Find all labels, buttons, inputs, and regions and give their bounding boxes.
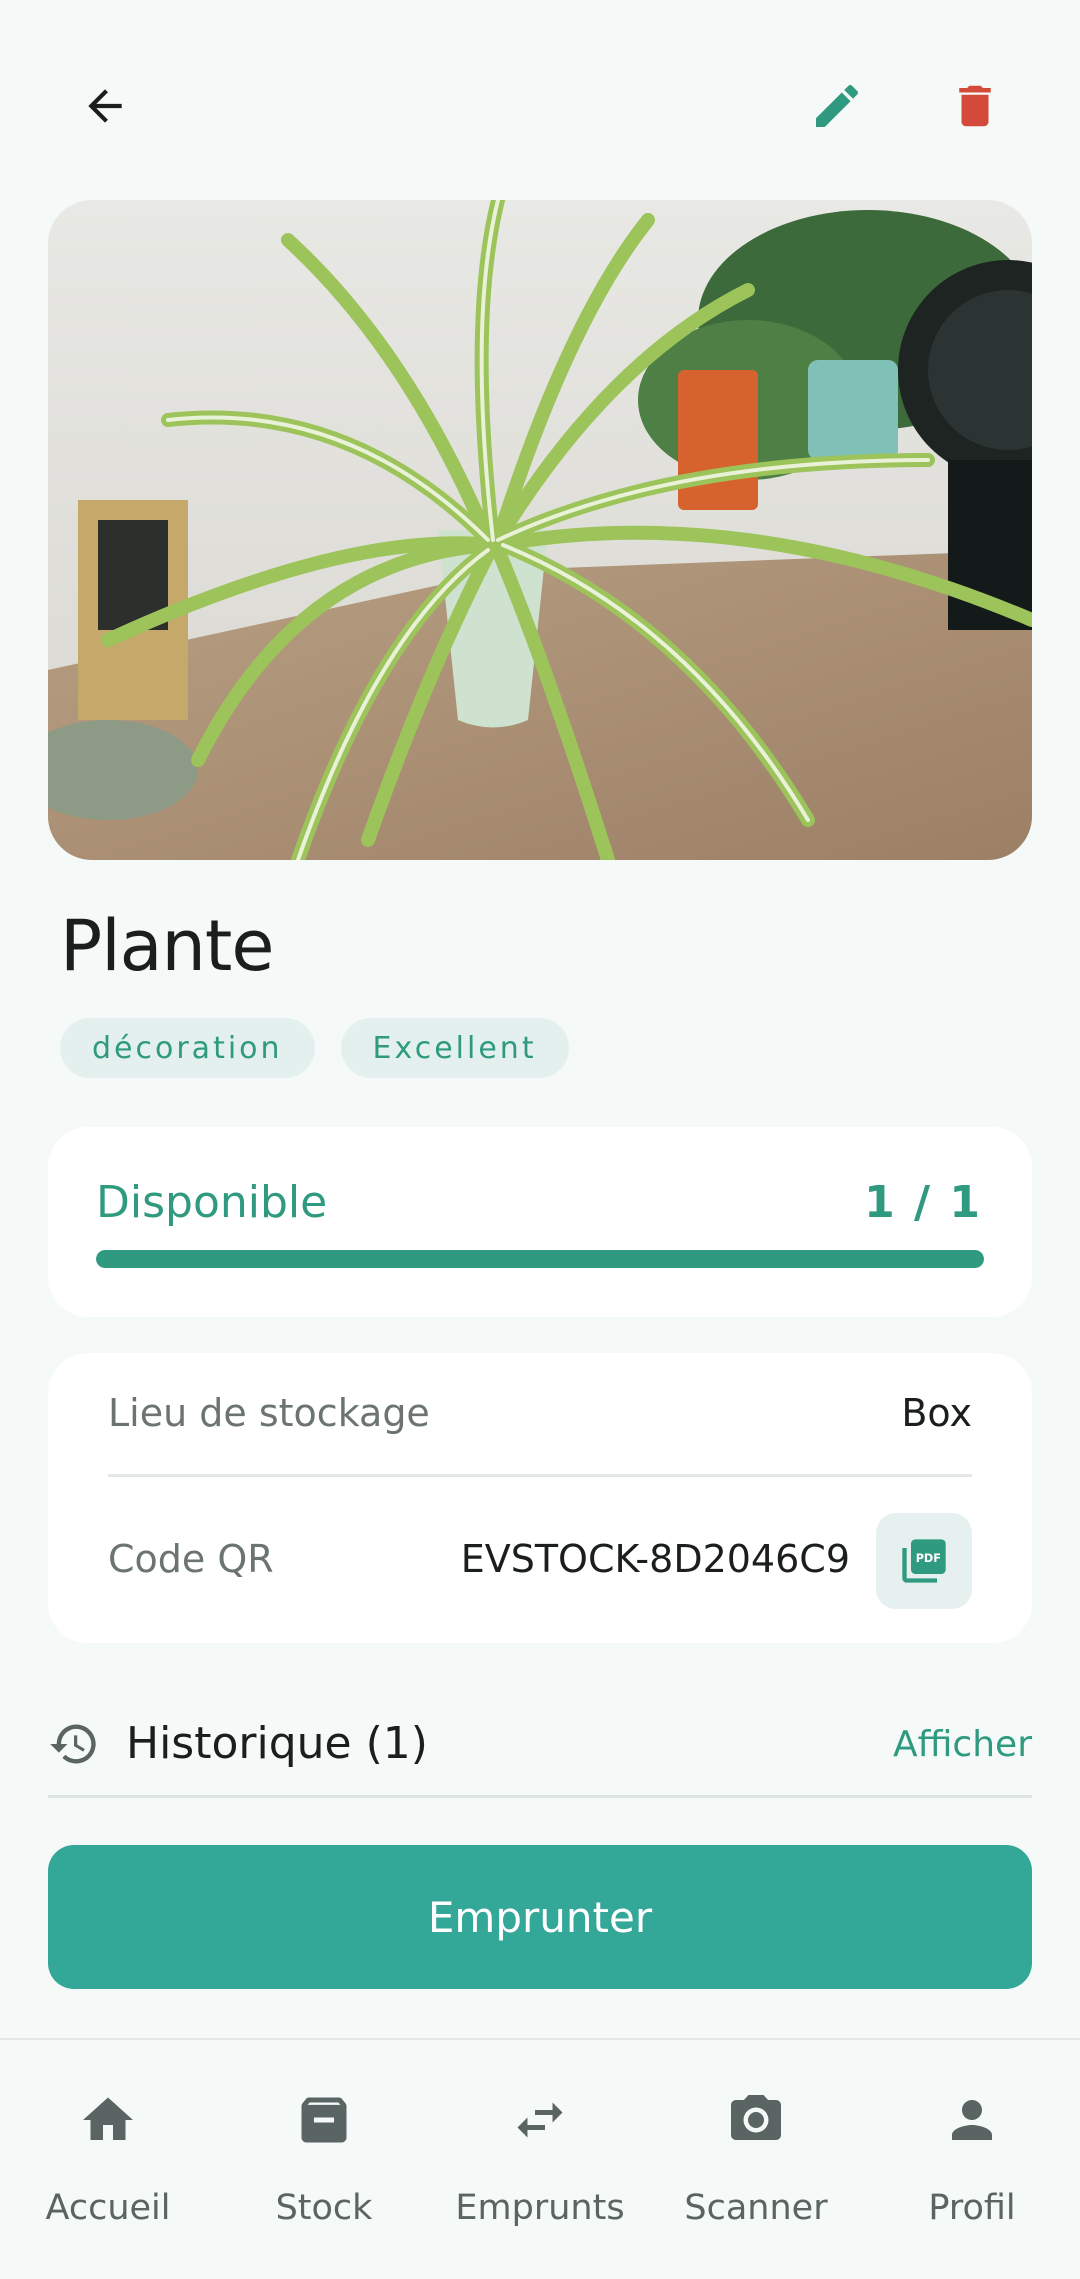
back-button[interactable]: [55, 56, 155, 156]
nav-label: Emprunts: [455, 2188, 625, 2228]
item-detail-screen: Plante décoration Excellent Disponible 1…: [0, 0, 1080, 2279]
camera-icon: [731, 2095, 781, 2140]
qr-code-value: EVSTOCK-8D2046C9: [460, 1537, 850, 1581]
item-tags: décoration Excellent: [60, 1018, 569, 1078]
nav-item-stock[interactable]: Stock: [216, 2090, 432, 2260]
top-app-bar: [0, 0, 1080, 200]
item-photo[interactable]: [48, 200, 1032, 860]
tag-chip-condition[interactable]: Excellent: [340, 1018, 569, 1078]
archive-box-icon: [301, 2097, 347, 2143]
availability-label: Disponible: [96, 1177, 328, 1228]
qr-pdf-button[interactable]: PDF: [876, 1513, 972, 1609]
availability-progress-fill: [96, 1250, 984, 1268]
storage-label: Lieu de stockage: [108, 1391, 430, 1435]
edit-button[interactable]: [787, 56, 887, 156]
history-title: Historique (1): [126, 1718, 428, 1769]
nav-label: Scanner: [684, 2188, 828, 2228]
nav-label: Stock: [275, 2188, 373, 2228]
trash-icon: [959, 85, 991, 127]
borrow-button[interactable]: Emprunter: [48, 1845, 1032, 1989]
nav-item-profil[interactable]: Profil: [864, 2090, 1080, 2260]
svg-text:PDF: PDF: [916, 1552, 941, 1565]
nav-label: Profil: [928, 2188, 1016, 2228]
pdf-icon: PDF: [902, 1539, 946, 1583]
item-title: Plante: [60, 905, 274, 987]
person-icon: [952, 2100, 992, 2140]
qr-code-label: Code QR: [108, 1537, 274, 1581]
storage-value: Box: [901, 1391, 972, 1435]
delete-button[interactable]: [925, 56, 1025, 156]
history-show-link[interactable]: Afficher: [893, 1724, 1032, 1765]
history-section: Historique (1) Afficher: [48, 1702, 1032, 1798]
history-icon: [50, 1724, 96, 1764]
nav-item-emprunts[interactable]: Emprunts: [432, 2090, 648, 2260]
tag-chip-category[interactable]: décoration: [60, 1018, 315, 1078]
details-card: Lieu de stockage Box Code QR EVSTOCK-8D2…: [48, 1353, 1032, 1643]
availability-count: 1 / 1: [864, 1177, 982, 1228]
home-icon: [83, 2097, 133, 2140]
availability-progress-bar: [96, 1250, 984, 1268]
bottom-navigation: Accueil Stock Emprunts Scanner Profil: [0, 2038, 1080, 2279]
availability-card: Disponible 1 / 1: [48, 1127, 1032, 1317]
nav-item-scanner[interactable]: Scanner: [648, 2090, 864, 2260]
arrow-back-icon: [88, 89, 122, 123]
nav-label: Accueil: [45, 2188, 171, 2228]
details-divider: [108, 1474, 972, 1477]
nav-item-accueil[interactable]: Accueil: [0, 2090, 216, 2260]
pencil-icon: [816, 84, 859, 127]
swap-arrows-icon: [517, 2102, 563, 2138]
